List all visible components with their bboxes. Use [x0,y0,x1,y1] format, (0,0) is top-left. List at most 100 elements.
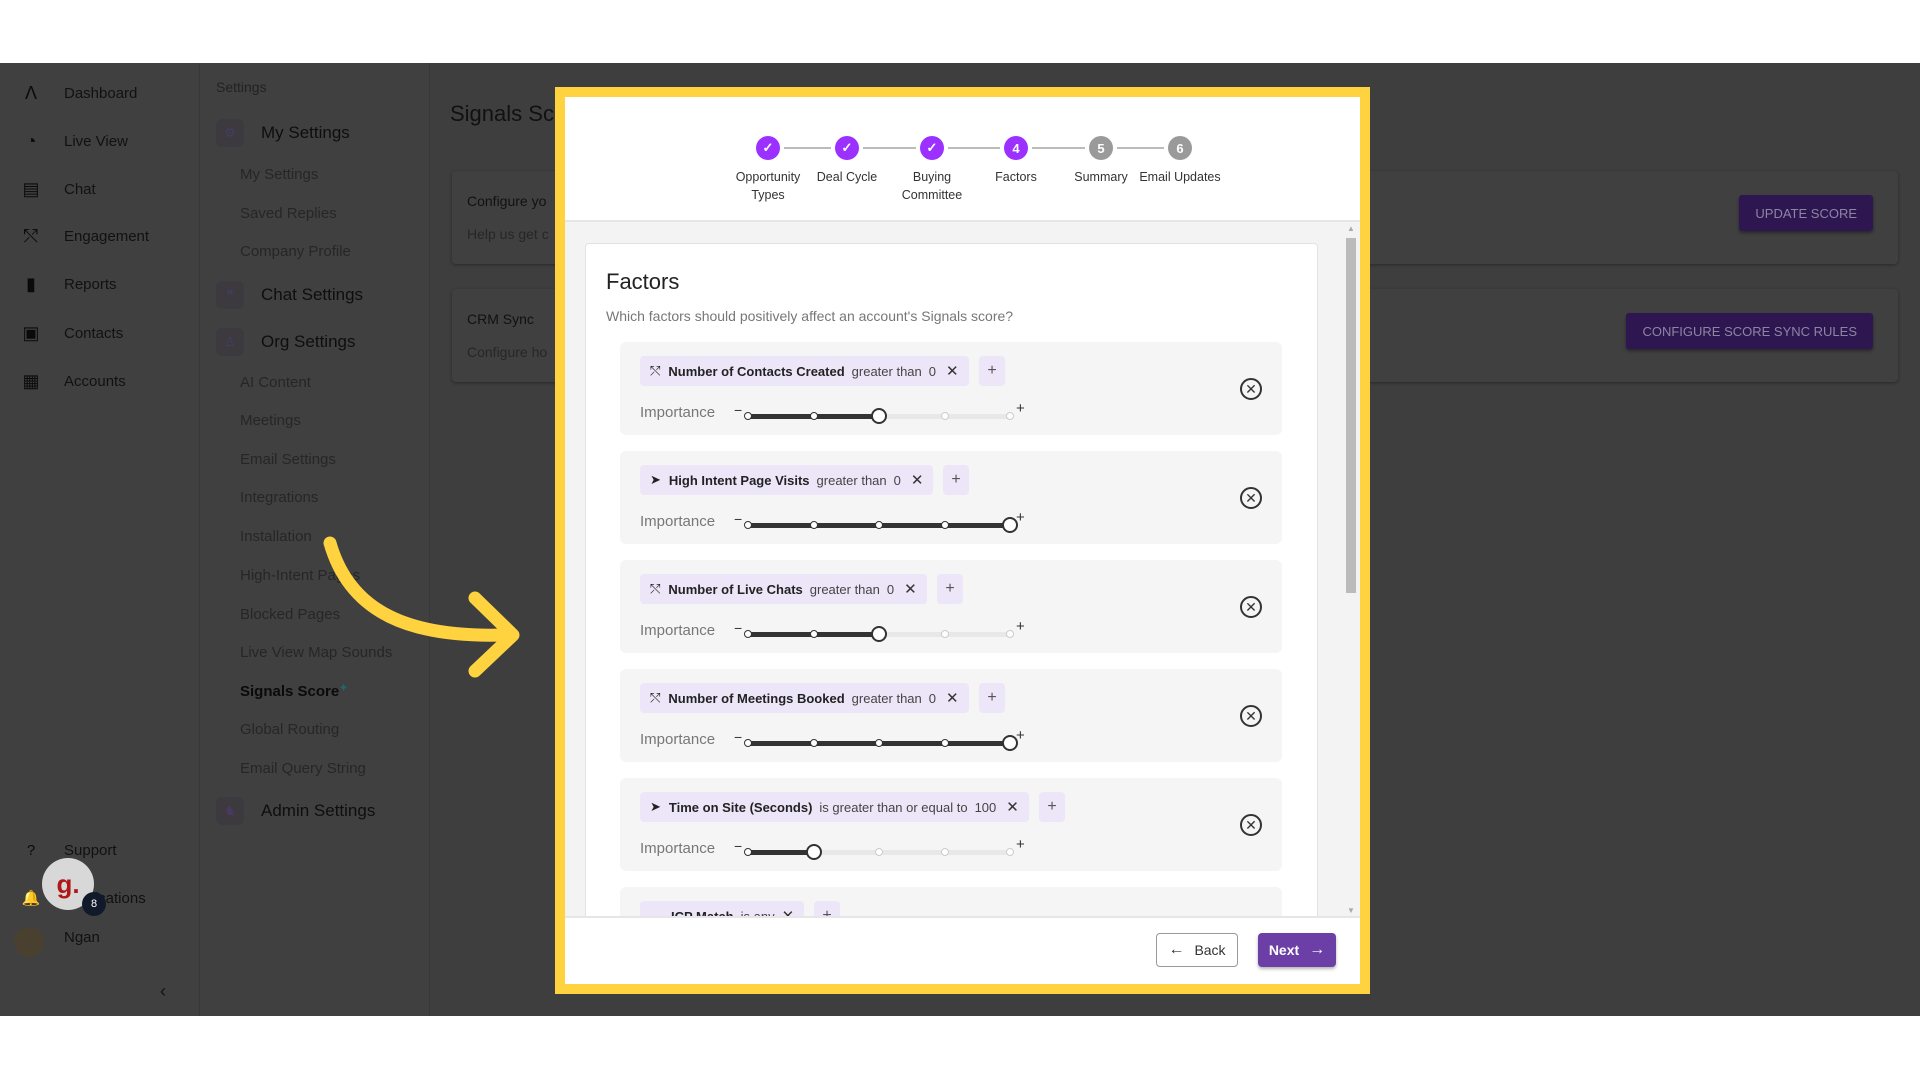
next-button[interactable]: Next → [1258,933,1336,967]
nav-item-live-view[interactable]: ◔ Live View [0,126,200,156]
slider-step[interactable] [1006,412,1014,420]
add-condition-button[interactable]: + [937,574,963,604]
user-avatar[interactable] [14,927,44,957]
step-summary[interactable]: 5 Summary [1056,136,1146,186]
step-buying-committee[interactable]: ✓ Buying Committee [887,136,977,204]
importance-slider[interactable] [744,844,1014,860]
update-score-button[interactable]: UPDATE SCORE [1739,195,1873,231]
factor-filter-chip[interactable]: ➤ Time on Site (Seconds) is greater than o… [640,792,1029,822]
slider-step[interactable] [809,630,818,638]
slider-step[interactable] [744,630,752,638]
slider-step[interactable] [1006,848,1014,856]
importance-slider[interactable] [744,735,1018,751]
settings-item[interactable]: AI Content [240,374,311,391]
slider-step[interactable] [744,848,752,856]
factor-filter-chip[interactable]: ⤲ Number of Meetings Booked greater than 0 ✕ [640,683,969,713]
increase-importance-button[interactable]: + [1016,618,1025,635]
settings-item-label: Global Routing [240,721,340,738]
nav-item-engagement[interactable]: ⤲ Engagement [0,221,200,251]
factor-filter-chip[interactable]: ▬ ICP Match is any ✕ [640,901,805,916]
factor-filter-chip[interactable]: ➤ High Intent Page Visits greater than 0 ✕ [640,465,934,495]
add-condition-button[interactable]: + [979,683,1005,713]
settings-item[interactable]: Meetings [240,412,301,429]
nav-item-reports[interactable]: ▮ Reports [0,269,200,299]
factor-filter-chip[interactable]: ⤲ Number of Live Chats greater than 0 ✕ [640,574,927,604]
slider-step[interactable] [875,848,883,856]
slider-step[interactable] [940,412,949,420]
increase-importance-button[interactable]: + [1016,727,1025,744]
scroll-up-icon[interactable]: ▲ [1347,224,1355,233]
increase-importance-button[interactable]: + [1016,836,1025,853]
slider-step[interactable] [809,739,818,747]
decrease-importance-button[interactable]: − [734,729,742,745]
nav-item-dashboard[interactable]: Λ Dashboard [0,78,200,108]
slider-step[interactable] [1006,630,1014,638]
slider-handle[interactable] [805,844,822,860]
importance-slider[interactable] [744,517,1018,533]
scroll-down-icon[interactable]: ▼ [1347,906,1355,915]
settings-item[interactable]: Global Routing [240,721,339,738]
slider-step[interactable] [940,739,949,747]
nav-item-contacts[interactable]: ▣ Contacts [0,318,200,348]
remove-factor-icon[interactable]: ✕ [1240,705,1262,727]
slider-step[interactable] [744,412,752,420]
factor-filter-chip[interactable]: ⤲ Number of Contacts Created greater than 0… [640,356,969,386]
decrease-importance-button[interactable]: − [734,838,742,854]
decrease-importance-button[interactable]: − [734,402,742,418]
collapse-sidebar-button[interactable]: ‹ [160,976,166,1006]
remove-filter-icon[interactable]: ✕ [1006,798,1019,816]
slider-step[interactable] [875,521,883,529]
remove-factor-icon[interactable]: ✕ [1240,487,1262,509]
step-opportunity-types[interactable]: ✓ Opportunity Types [723,136,813,204]
add-condition-button[interactable]: + [814,901,840,916]
remove-factor-icon[interactable]: ✕ [1240,814,1262,836]
slider-handle[interactable] [871,408,887,424]
decrease-importance-button[interactable]: − [734,511,742,527]
slider-step[interactable] [875,739,883,747]
slider-step[interactable] [744,739,752,747]
increase-importance-button[interactable]: + [1016,509,1025,526]
remove-filter-icon[interactable]: ✕ [946,362,959,380]
slider-step[interactable] [744,521,752,529]
settings-item[interactable]: Company Profile [240,243,351,260]
settings-item[interactable]: Saved Replies [240,205,337,222]
settings-item[interactable]: Email Settings [240,451,336,468]
admin-icon: ♞ [216,797,244,825]
slider-step[interactable] [809,412,818,420]
remove-filter-icon[interactable]: ✕ [904,580,917,598]
back-button[interactable]: ← Back [1156,933,1238,967]
scrollbar-thumb[interactable] [1346,238,1356,593]
settings-item[interactable]: My Settings [240,166,318,183]
increase-importance-button[interactable]: + [1016,400,1025,417]
slider-step[interactable] [940,630,949,638]
add-condition-button[interactable]: + [943,465,969,495]
slider-step[interactable] [809,521,818,529]
importance-slider[interactable] [744,408,1014,424]
nav-item-chat[interactable]: ▤ Chat [0,174,200,204]
scrollbar[interactable]: ▲ ▼ [1343,222,1359,916]
settings-item[interactable]: Email Query String [240,760,366,777]
decrease-importance-button[interactable]: − [734,620,742,636]
nav-item-accounts[interactable]: ▦ Accounts [0,366,200,396]
step-factors[interactable]: 4 Factors [971,136,1061,186]
remove-filter-icon[interactable]: ✕ [782,907,795,916]
add-condition-button[interactable]: + [979,356,1005,386]
slider-step[interactable] [940,848,949,856]
slider-handle[interactable] [871,626,887,642]
nav-item-support[interactable]: ? Support [0,835,200,865]
importance-slider[interactable] [744,626,1014,642]
remove-filter-icon[interactable]: ✕ [911,471,924,489]
configure-score-sync-rules-button[interactable]: CONFIGURE SCORE SYNC RULES [1626,313,1873,349]
remove-filter-icon[interactable]: ✕ [946,689,959,707]
next-label: Next [1268,942,1300,958]
settings-group-org-settings[interactable]: ♙ Org Settings [216,327,356,357]
slider-step[interactable] [940,521,949,529]
settings-group-chat-settings[interactable]: ❝ Chat Settings [216,280,363,310]
add-condition-button[interactable]: + [1039,792,1065,822]
step-email-updates[interactable]: 6 Email Updates [1135,136,1225,186]
settings-group-my-settings[interactable]: ⚙ My Settings [216,118,350,148]
remove-factor-icon[interactable]: ✕ [1240,596,1262,618]
remove-factor-icon[interactable]: ✕ [1240,378,1262,400]
settings-group-admin-settings[interactable]: ♞ Admin Settings [216,796,375,826]
step-deal-cycle[interactable]: ✓ Deal Cycle [802,136,892,186]
